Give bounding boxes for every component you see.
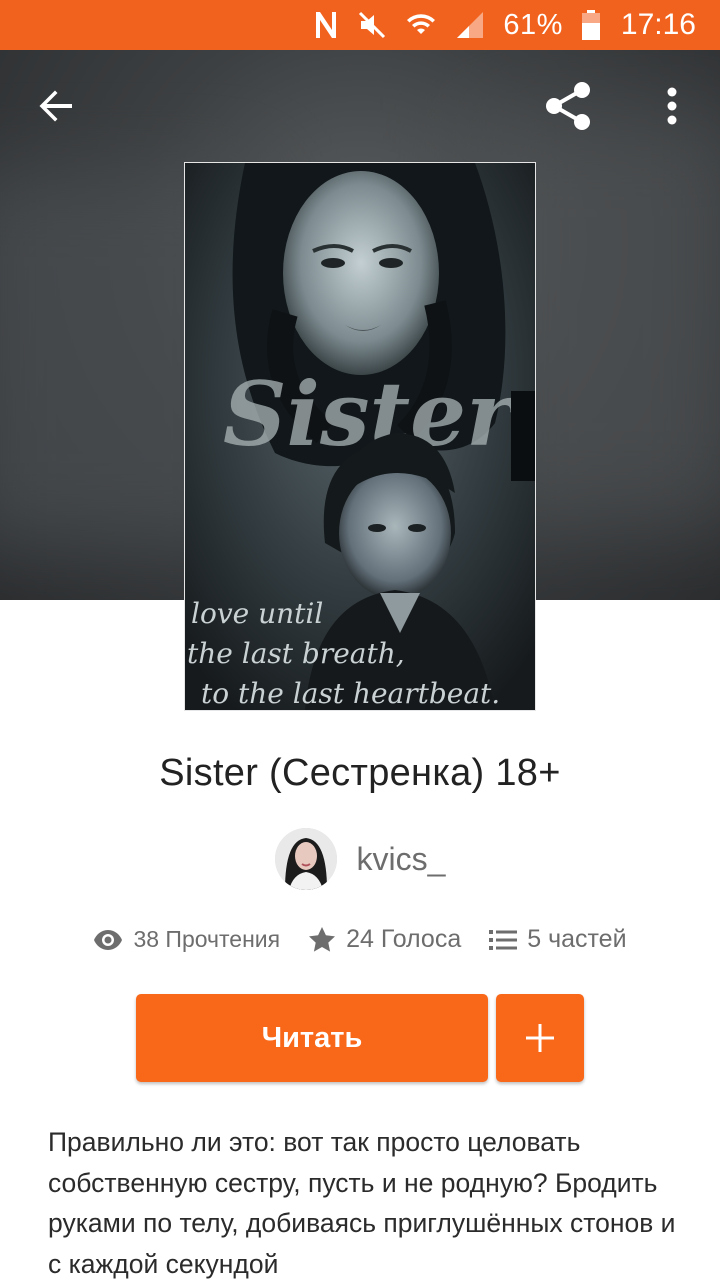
toolbar bbox=[0, 50, 720, 162]
more-options-button[interactable] bbox=[650, 76, 694, 136]
story-cover[interactable]: Sister love until the last breath, to th… bbox=[184, 162, 536, 711]
signal-icon bbox=[455, 7, 485, 43]
battery-percent: 61% bbox=[503, 8, 563, 41]
parts-count: 5 частей bbox=[527, 925, 627, 953]
list-icon bbox=[489, 929, 518, 950]
arrow-left-icon bbox=[39, 90, 72, 122]
more-vertical-icon bbox=[667, 87, 677, 125]
votes-count: 24 Голоса bbox=[346, 925, 462, 953]
wifi-icon bbox=[405, 7, 437, 43]
story-title: Sister (Сестренка) 18+ bbox=[159, 752, 561, 794]
plus-icon bbox=[526, 1024, 554, 1052]
mute-icon bbox=[357, 7, 387, 43]
cover-tagline-3: to the last heartbeat. bbox=[201, 677, 500, 710]
author-row[interactable]: kvics_ bbox=[0, 828, 720, 890]
status-bar: 61% 17:16 bbox=[0, 0, 720, 50]
share-icon bbox=[546, 82, 590, 130]
eye-icon bbox=[94, 929, 123, 950]
read-button[interactable]: Читать bbox=[136, 994, 488, 1082]
votes-stat: 24 Голоса bbox=[308, 925, 461, 954]
add-to-library-button[interactable]: + bbox=[496, 994, 584, 1082]
star-icon bbox=[309, 927, 336, 952]
nfc-icon bbox=[313, 7, 339, 43]
avatar[interactable] bbox=[274, 828, 337, 890]
back-button[interactable] bbox=[28, 78, 84, 134]
share-button[interactable] bbox=[538, 76, 598, 136]
stats-row: 38 Прочтения 24 Голоса 5 частей bbox=[0, 925, 720, 954]
story-description: Правильно ли это: вот так просто целоват… bbox=[48, 1127, 676, 1279]
reads-count: 38 Прочтения bbox=[133, 926, 281, 952]
cover-tagline-2: the last breath, bbox=[187, 637, 405, 670]
clock: 17:16 bbox=[620, 8, 696, 41]
battery-icon bbox=[581, 7, 601, 43]
parts-stat: 5 частей bbox=[489, 925, 627, 954]
cover-tagline-1: love until bbox=[191, 597, 323, 630]
author-name[interactable]: kvics_ bbox=[357, 841, 446, 878]
reads-stat: 38 Прочтения bbox=[93, 926, 280, 953]
